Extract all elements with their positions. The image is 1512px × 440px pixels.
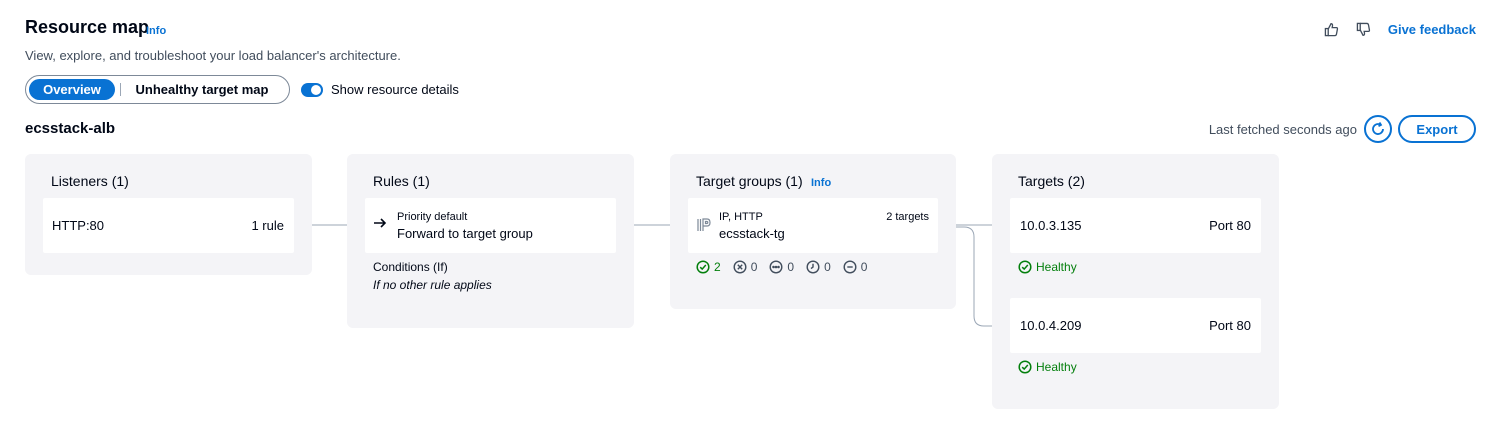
target-group-card[interactable]: IP, HTTP ecsstack-tg 2 targets [688, 198, 938, 253]
give-feedback-link[interactable]: Give feedback [1388, 22, 1476, 37]
show-details-toggle[interactable] [301, 82, 323, 97]
target-status-summary: 2 0 0 0 0 [696, 260, 867, 274]
refresh-icon [1372, 122, 1384, 135]
status-pending[interactable]: 0 [806, 260, 831, 274]
target-port: Port 80 [1209, 318, 1251, 333]
pending-count: 0 [824, 260, 831, 274]
target-group-name: ecsstack-tg [719, 226, 785, 241]
listener-card[interactable]: HTTP:80 1 rule [43, 198, 294, 253]
segment-divider [120, 83, 121, 96]
show-details-label: Show resource details [331, 82, 459, 97]
feedback-bar: Give feedback [1324, 20, 1476, 38]
targets-title: Targets (2) [1018, 173, 1085, 189]
check-circle-icon [696, 260, 710, 274]
status-draining[interactable]: 0 [843, 260, 868, 274]
tab-unhealthy-target-map[interactable]: Unhealthy target map [127, 79, 277, 100]
target-card[interactable]: 10.0.4.209 Port 80 [1010, 298, 1261, 353]
check-circle-icon [1018, 360, 1032, 374]
target-port: Port 80 [1209, 218, 1251, 233]
refresh-button[interactable] [1364, 115, 1392, 143]
load-balancer-name: ecsstack-alb [25, 120, 116, 137]
x-circle-icon [733, 260, 747, 274]
draining-count: 0 [860, 260, 868, 274]
rule-action: Forward to target group [397, 226, 533, 241]
listener-rule-count: 1 rule [251, 218, 284, 233]
target-group-type: IP, HTTP [719, 211, 763, 223]
ellipsis-circle-icon [769, 260, 783, 274]
target-health-status: Healthy [1018, 360, 1077, 374]
target-ip: 10.0.3.135 [1020, 218, 1082, 233]
status-healthy[interactable]: 2 [696, 260, 721, 274]
conditions-title: Conditions (If) [373, 260, 448, 274]
target-health-label: Healthy [1036, 360, 1077, 374]
view-segmented-control: Overview Unhealthy target map [25, 75, 290, 104]
minus-circle-icon [843, 260, 857, 274]
clock-icon [806, 260, 820, 274]
page-title: Resource map [25, 17, 150, 37]
listeners-title: Listeners (1) [51, 173, 129, 189]
unhealthy-count: 0 [750, 260, 758, 274]
listener-name: HTTP:80 [52, 218, 105, 233]
rule-card[interactable]: Priority default Forward to target group [365, 198, 616, 253]
show-details-toggle-wrap[interactable]: Show resource details [301, 82, 459, 97]
page-description: View, explore, and troubleshoot your loa… [25, 48, 401, 63]
target-health-status: Healthy [1018, 260, 1077, 274]
thumbs-up-icon[interactable] [1324, 21, 1340, 37]
target-health-label: Healthy [1036, 260, 1077, 274]
target-groups-info-link[interactable]: Info [811, 177, 831, 189]
unused-count: 0 [787, 260, 795, 274]
last-fetched-text: Last fetched seconds ago [1208, 122, 1357, 137]
target-groups-title: Target groups (1) [696, 173, 803, 189]
conditions-value: If no other rule applies [373, 278, 492, 292]
target-group-count: 2 targets [886, 211, 929, 223]
export-button[interactable]: Export [1398, 115, 1476, 143]
status-unused[interactable]: 0 [769, 260, 794, 274]
tab-overview[interactable]: Overview [29, 79, 115, 100]
healthy-count: 2 [714, 260, 721, 274]
target-ip: 10.0.4.209 [1020, 318, 1082, 333]
thumbs-down-icon[interactable] [1356, 21, 1372, 37]
rules-title: Rules (1) [373, 173, 430, 189]
arrow-right-icon [373, 216, 387, 235]
check-circle-icon [1018, 260, 1032, 274]
status-unhealthy[interactable]: 0 [733, 260, 758, 274]
target-card[interactable]: 10.0.3.135 Port 80 [1010, 198, 1261, 253]
ip-type-icon [696, 217, 712, 238]
info-link[interactable]: Info [146, 25, 166, 37]
rule-priority: Priority default [397, 211, 468, 223]
